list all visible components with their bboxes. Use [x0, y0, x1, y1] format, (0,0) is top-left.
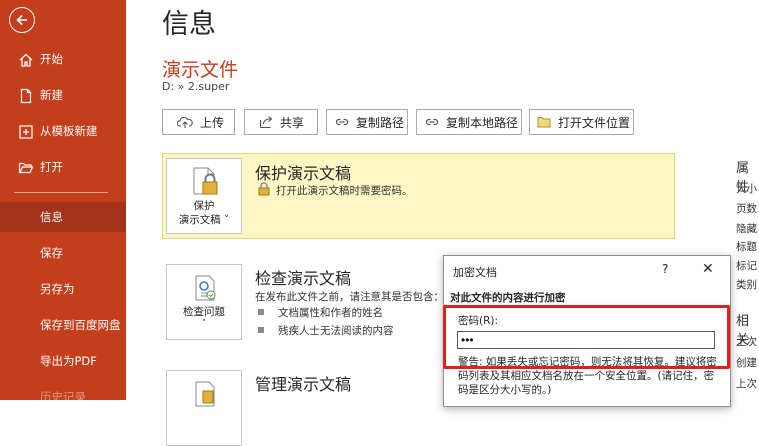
link-icon	[335, 118, 349, 126]
protect-section-description: 打开此演示文稿时需要密码。	[276, 185, 413, 197]
protect-section-title: 保护演示文稿	[255, 164, 352, 183]
property-label: 页数	[736, 203, 757, 215]
open-file-location-button[interactable]: 打开文件位置	[529, 109, 634, 135]
date-label: 创建	[736, 357, 757, 369]
copy-local-path-button[interactable]: 复制本地路径	[416, 109, 522, 135]
lock-document-icon	[193, 167, 218, 195]
manage-section-title: 管理演示文稿	[255, 375, 352, 394]
sidebar-item-save-to-baidu[interactable]: 保存到百度网盘	[0, 310, 126, 340]
chevron-down-icon: ˅	[201, 319, 207, 329]
sidebar-item-label: 另存为	[40, 282, 75, 296]
protect-button-label-line2: 演示文稿 ˅	[178, 214, 230, 226]
sidebar-item-history[interactable]: 历史记录	[0, 382, 126, 412]
template-icon	[19, 125, 33, 139]
property-label: 标题	[736, 241, 757, 253]
protect-presentation-button[interactable]: 保护 演示文稿 ˅	[166, 158, 242, 234]
home-icon	[19, 53, 33, 67]
inspect-bullet: 残疾人士无法阅读的内容	[258, 325, 394, 337]
share-button[interactable]: 共享	[244, 109, 318, 135]
help-icon[interactable]: ?	[662, 262, 668, 276]
lock-icon	[258, 182, 270, 196]
sidebar-item-info[interactable]: 信息	[0, 202, 126, 232]
sidebar-item-open[interactable]: 打开	[0, 152, 126, 182]
new-document-icon	[20, 88, 32, 104]
protect-button-label-line1: 保护	[193, 200, 215, 212]
dialog-title: 加密文档	[453, 266, 497, 279]
document-path: D: » 2.super	[162, 80, 230, 93]
property-label: 大小	[736, 183, 757, 195]
manage-document-icon	[195, 381, 215, 407]
sidebar-item-label: 导出为PDF	[40, 354, 97, 368]
sidebar-item-label: 从模板新建	[40, 124, 98, 138]
upload-label: 上传	[200, 115, 225, 130]
copy-local-path-label: 复制本地路径	[446, 115, 519, 130]
share-label: 共享	[280, 115, 305, 130]
password-label: 密码(R):	[458, 315, 499, 327]
sidebar-item-save[interactable]: 保存	[0, 238, 126, 268]
property-label: 隐藏	[736, 223, 757, 235]
upload-button[interactable]: 上传	[162, 109, 235, 135]
property-label: 类别	[736, 279, 757, 291]
inspect-section-description: 在发布此文件之前，请注意其是否包含：	[255, 291, 443, 303]
sidebar-item-new[interactable]: 新建	[0, 80, 126, 110]
dialog-header: 对此文件的内容进行加密	[450, 292, 566, 304]
sidebar-item-label: 信息	[40, 210, 63, 224]
password-input[interactable]	[457, 331, 715, 349]
upload-icon	[177, 116, 193, 128]
date-label: 上次	[736, 378, 757, 390]
check-for-issues-button[interactable]: 检查问题 ˅	[166, 264, 242, 340]
folder-icon	[537, 117, 551, 128]
page-title: 信息	[162, 9, 216, 40]
open-file-location-label: 打开文件位置	[558, 115, 631, 130]
sidebar: 开始 新建 从模板新建 打开 信息 保存 另存为 保存到百度网盘 导出为PDF …	[0, 0, 126, 404]
sidebar-item-home[interactable]: 开始	[0, 44, 126, 74]
link-icon	[425, 118, 439, 126]
close-icon[interactable]: ✕	[702, 261, 714, 277]
inspect-bullet: 文档属性和作者的姓名	[258, 307, 383, 319]
sidebar-item-label: 新建	[40, 88, 63, 102]
arrow-left-icon	[16, 14, 27, 26]
sidebar-item-label: 保存	[40, 246, 63, 260]
encrypt-document-dialog: 加密文档 ? ✕ 对此文件的内容进行加密 密码(R): 警告: 如果丢失或忘记密…	[443, 255, 731, 407]
copy-path-label: 复制路径	[356, 115, 405, 130]
sidebar-item-label: 开始	[40, 52, 63, 66]
share-icon	[259, 116, 273, 129]
sidebar-divider	[14, 192, 108, 193]
sidebar-item-label: 历史记录	[40, 390, 86, 404]
manage-presentation-button[interactable]	[166, 370, 242, 446]
sidebar-item-export-pdf[interactable]: 导出为PDF	[0, 346, 126, 376]
folder-open-icon	[18, 162, 34, 174]
sidebar-item-new-from-template[interactable]: 从模板新建	[0, 116, 126, 146]
inspect-section-title: 检查演示文稿	[255, 269, 352, 288]
inspect-document-icon	[195, 275, 216, 301]
property-label: 标记	[736, 260, 757, 272]
sidebar-item-save-as[interactable]: 另存为	[0, 274, 126, 304]
document-title: 演示文件	[162, 59, 239, 81]
date-label: 上次	[736, 336, 757, 348]
password-warning: 警告: 如果丢失或忘记密码，则无法将其恢复。建议将密码列表及其相应文档名放在一个…	[458, 356, 717, 396]
back-button[interactable]	[9, 7, 35, 33]
sidebar-item-label: 打开	[40, 160, 63, 174]
copy-path-button[interactable]: 复制路径	[326, 109, 408, 135]
sidebar-item-label: 保存到百度网盘	[40, 318, 121, 332]
